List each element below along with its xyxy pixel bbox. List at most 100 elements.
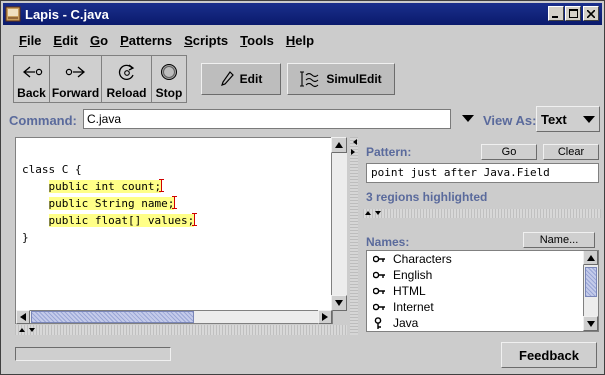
edit-label: Edit xyxy=(239,72,263,86)
menu-bar: File Edit Go Patterns Scripts Tools Help xyxy=(3,29,602,51)
name-item-label: Internet xyxy=(393,300,434,314)
name-item-label: Characters xyxy=(393,252,452,266)
split-arrows-icon xyxy=(365,211,381,215)
minimize-icon xyxy=(552,15,558,18)
title-bar[interactable]: Lapis - C.java xyxy=(3,3,602,25)
command-history-dropdown[interactable] xyxy=(457,109,479,129)
list-item[interactable]: Characters xyxy=(367,251,598,267)
insertion-point-marker xyxy=(172,196,178,209)
names-scroll-thumb[interactable] xyxy=(585,267,597,297)
split-arrows-icon xyxy=(351,139,357,155)
view-as-value: Text xyxy=(541,111,567,127)
go-button[interactable]: Go xyxy=(481,144,537,160)
key-icon xyxy=(373,271,387,279)
names-scrollbar[interactable] xyxy=(583,251,598,331)
editor-horizontal-scrollbar[interactable] xyxy=(15,310,333,324)
feedback-button[interactable]: Feedback xyxy=(501,342,597,368)
maximize-icon xyxy=(568,9,578,18)
view-as-select[interactable]: Text xyxy=(536,106,600,132)
reload-icon xyxy=(118,64,134,80)
horizontal-scroll-thumb[interactable] xyxy=(31,311,194,323)
menu-tools[interactable]: Tools xyxy=(240,33,274,48)
name-button[interactable]: Name... xyxy=(523,232,595,248)
code-line: } xyxy=(22,231,29,244)
menu-help[interactable]: Help xyxy=(286,33,314,48)
back-arrow-icon xyxy=(22,66,42,78)
back-label: Back xyxy=(17,86,46,100)
progress-bar xyxy=(15,347,171,361)
edit-button[interactable]: Edit xyxy=(201,63,281,95)
key-icon xyxy=(373,287,387,295)
chevron-down-icon xyxy=(462,115,474,122)
pattern-input[interactable]: point just after Java.Field xyxy=(366,163,599,183)
name-item-label: English xyxy=(393,268,433,282)
nav-toolbar: Back Forward Reload Stop xyxy=(13,55,187,103)
arrow-right-icon xyxy=(322,313,328,321)
simuledit-label: SimulEdit xyxy=(326,72,382,86)
command-input[interactable]: C.java xyxy=(83,109,451,129)
names-list[interactable]: Characters English HTML Internet Java xyxy=(366,250,599,332)
view-as-label: View As: xyxy=(483,113,537,128)
key-icon xyxy=(373,255,387,263)
reload-label: Reload xyxy=(106,86,147,100)
stop-button[interactable]: Stop xyxy=(152,56,186,102)
scroll-up-button[interactable] xyxy=(331,137,347,153)
back-button[interactable]: Back xyxy=(14,56,50,102)
key-expanded-icon xyxy=(373,317,387,329)
names-label: Names: xyxy=(366,235,410,249)
forward-label: Forward xyxy=(51,86,100,100)
menu-go[interactable]: Go xyxy=(90,33,108,48)
app-icon xyxy=(5,6,21,22)
list-item[interactable]: HTML xyxy=(367,283,598,299)
arrow-left-icon xyxy=(20,313,26,321)
code-line: class C { xyxy=(22,163,82,176)
menu-edit[interactable]: Edit xyxy=(53,33,78,48)
app-window: Lapis - C.java File Edit Go Patterns Scr… xyxy=(0,0,605,375)
key-icon xyxy=(373,303,387,311)
list-item[interactable]: Internet xyxy=(367,299,598,315)
menu-file[interactable]: File xyxy=(19,33,41,48)
minimize-button[interactable] xyxy=(548,6,564,21)
forward-button[interactable]: Forward xyxy=(50,56,102,102)
stop-label: Stop xyxy=(155,86,183,100)
scroll-right-button[interactable] xyxy=(318,310,332,324)
maximize-button[interactable] xyxy=(565,6,581,21)
clear-button[interactable]: Clear xyxy=(543,144,599,160)
editor-split-handle[interactable] xyxy=(15,325,347,335)
pencil-icon xyxy=(220,71,234,86)
vertical-split-handle[interactable] xyxy=(350,137,358,335)
command-label: Command: xyxy=(9,113,77,128)
editor-vertical-scrollbar[interactable] xyxy=(331,137,347,311)
code-editor[interactable]: class C { public int count; public Strin… xyxy=(15,137,347,311)
reload-button[interactable]: Reload xyxy=(102,56,152,102)
simuledit-icon xyxy=(300,71,319,88)
forward-arrow-icon xyxy=(65,66,85,78)
close-icon xyxy=(587,9,595,18)
window-title: Lapis - C.java xyxy=(25,6,109,22)
list-item[interactable]: Java xyxy=(367,315,598,331)
split-arrows-icon xyxy=(19,328,35,332)
arrow-up-icon xyxy=(335,142,343,148)
code-content: class C { public int count; public Strin… xyxy=(22,144,198,246)
arrow-down-icon xyxy=(586,320,595,327)
pattern-label: Pattern: xyxy=(366,145,412,159)
menu-patterns[interactable]: Patterns xyxy=(120,33,172,48)
insertion-point-marker xyxy=(192,213,198,226)
highlight-status: 3 regions highlighted xyxy=(366,190,488,204)
arrow-up-icon xyxy=(586,254,595,261)
pattern-names-split-handle[interactable] xyxy=(363,209,601,218)
simuledit-button[interactable]: SimulEdit xyxy=(287,63,395,95)
scroll-down-button[interactable] xyxy=(583,316,598,331)
name-item-label: Java xyxy=(393,316,419,330)
stop-icon xyxy=(161,64,177,80)
scroll-up-button[interactable] xyxy=(583,251,598,265)
insertion-point-marker xyxy=(159,179,165,192)
close-button[interactable] xyxy=(583,6,599,21)
list-item[interactable]: English xyxy=(367,267,598,283)
scroll-down-button[interactable] xyxy=(331,295,347,311)
menu-scripts[interactable]: Scripts xyxy=(184,33,228,48)
highlighted-region: public int count; xyxy=(48,180,162,193)
highlighted-region: public String name; xyxy=(48,197,175,210)
name-item-label: HTML xyxy=(393,284,426,298)
scroll-left-button[interactable] xyxy=(16,310,30,324)
